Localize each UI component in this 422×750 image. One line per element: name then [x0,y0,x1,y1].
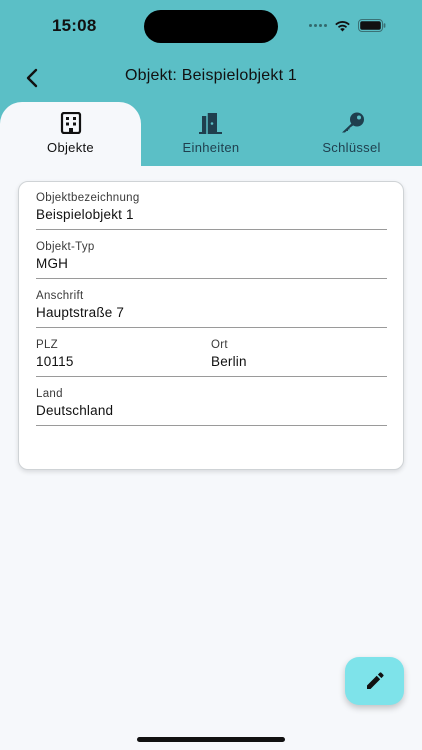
app-header: 15:08 Objekt: Beispielobjekt 1 Objekte E… [0,0,422,166]
field-anschrift[interactable]: Anschrift Hauptstraße 7 [36,290,124,320]
field-label: Objektbezeichnung [36,192,140,204]
field-value: Beispielobjekt 1 [36,207,134,222]
field-ort[interactable]: Ort Berlin [211,339,247,369]
tab-label-einheiten: Einheiten [182,140,240,155]
home-indicator [137,737,285,742]
tab-label-schluessel: Schlüssel [322,140,381,155]
field-objektbezeichnung[interactable]: Objektbezeichnung Beispielobjekt 1 [36,192,140,222]
tab-bar: Objekte Einheiten Schlüssel [0,102,422,166]
field-divider [36,327,387,328]
tab-schluessel[interactable]: Schlüssel [281,102,422,166]
tab-label-objekte: Objekte [47,140,94,155]
field-value: 10115 [36,354,74,369]
key-icon [341,112,364,133]
field-label: Ort [211,339,228,351]
field-label: Anschrift [36,290,84,302]
field-divider [36,278,387,279]
battery-icon [358,18,386,32]
tab-objekte[interactable]: Objekte [0,102,141,166]
page-title: Objekt: Beispielobjekt 1 [124,67,297,84]
field-value: MGH [36,256,69,271]
field-plz[interactable]: PLZ 10115 [36,339,74,369]
field-objekt-typ[interactable]: Objekt-Typ MGH [36,241,95,271]
status-time: 15:08 [52,16,97,35]
status-icons [309,18,386,32]
building-icon [60,112,81,134]
field-label: Land [36,388,63,400]
field-divider [36,229,387,230]
field-divider [36,425,387,426]
field-land[interactable]: Land Deutschland [36,388,113,418]
edit-button[interactable] [345,657,404,705]
field-label: Objekt-Typ [36,241,95,253]
screen: 15:08 Objekt: Beispielobjekt 1 Objekte E… [0,0,422,750]
wifi-icon [335,20,350,31]
pencil-icon [366,672,384,689]
field-value: Hauptstraße 7 [36,305,125,320]
field-divider [36,376,387,377]
object-details-card: Objektbezeichnung Beispielobjekt 1 Objek… [18,181,404,470]
title-row: Objekt: Beispielobjekt 1 [0,58,422,96]
dynamic-island [144,10,278,43]
tab-einheiten[interactable]: Einheiten [141,102,281,166]
field-value: Berlin [211,354,247,369]
field-label: PLZ [36,339,58,351]
signal-dots-icon [309,23,327,27]
field-value: Deutschland [36,403,114,418]
status-bar: 15:08 [0,0,422,52]
door-icon [199,113,222,134]
